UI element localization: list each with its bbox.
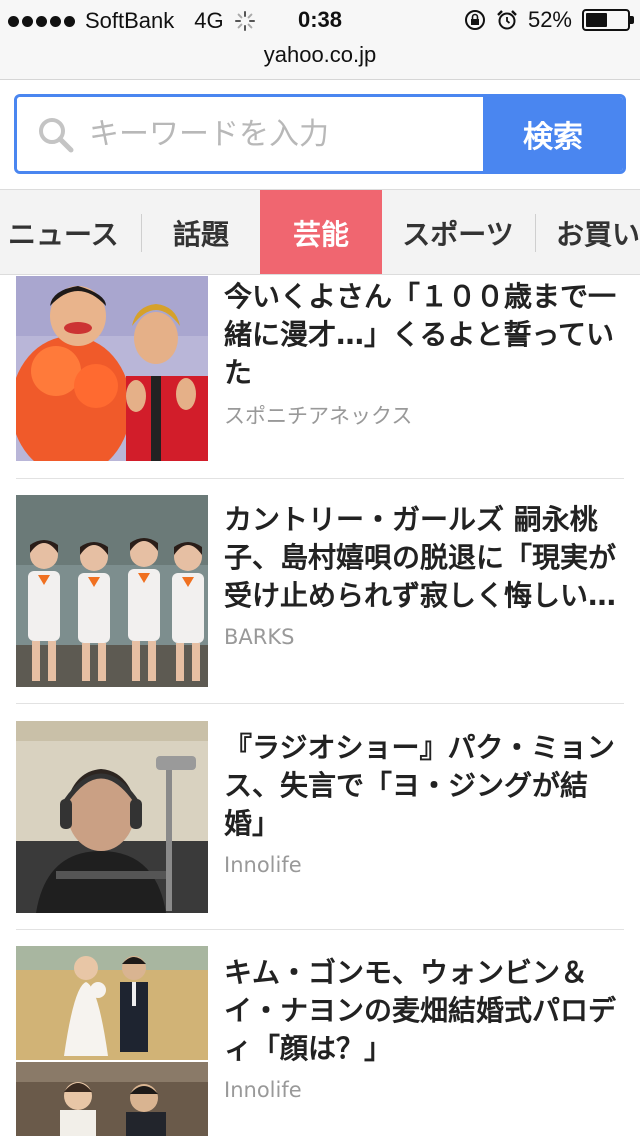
list-divider [16,929,624,930]
article-item[interactable]: 『ラジオショー』パク・ミョンス、失言で「ヨ・ジングが結婚」 Innolife [0,721,640,931]
search-icon [39,118,74,153]
article-photo-image [16,495,208,687]
article-item[interactable]: 今いくよさん「１００歳まで一緒に漫才…」くるよと誓っていた スポニチアネックス [0,276,640,480]
rotation-lock-icon [464,10,485,30]
tab-news[interactable]: ニュース [0,190,130,274]
status-right: 52% [464,7,634,33]
article-title[interactable]: キム・ゴンモ、ウォンビン＆イ・ナヨンの麦畑結婚式パロディ「顔は？」 [224,954,624,1068]
search-input-wrap[interactable] [17,97,483,171]
article-source: Innolife [224,853,302,877]
tab-topics[interactable]: 話題 [142,190,260,274]
url-text[interactable]: yahoo.co.jp [264,42,377,67]
battery-level-fill [586,13,607,27]
article-source: BARKS [224,625,295,649]
alarm-clock-icon [497,10,517,30]
status-bar: SoftBank 4G 0:38 52% [0,0,640,40]
article-title[interactable]: カントリー・ガールズ 嗣永桃子、島村嬉唄の脱退に「現実が受け止められず寂しく悔し… [224,501,624,615]
url-bar[interactable]: yahoo.co.jp [0,40,640,80]
battery-percent: 52% [527,7,572,32]
battery-icon [582,9,634,31]
list-divider [16,478,624,479]
article-source: Innolife [224,1078,302,1102]
article-photo-image [16,721,208,913]
search-button[interactable]: 検索 [483,97,623,171]
article-item[interactable]: キム・ゴンモ、ウォンビン＆イ・ナヨンの麦畑結婚式パロディ「顔は？」 Innoli… [0,946,640,1136]
tab-label: お買い [556,218,640,251]
article-thumbnail[interactable] [16,721,208,913]
tab-label: スポーツ [402,218,514,251]
article-thumbnail[interactable] [16,495,208,687]
article-thumbnail[interactable] [16,946,208,1136]
search-box: 検索 [14,94,626,174]
tab-entertainment[interactable]: 芸能 [260,190,382,274]
article-thumbnail[interactable] [16,276,208,461]
article-photo-image [16,946,208,1136]
tab-label: 芸能 [292,218,349,251]
tab-sports[interactable]: スポーツ [382,190,534,274]
list-divider [16,703,624,704]
article-title[interactable]: 今いくよさん「１００歳まで一緒に漫才…」くるよと誓っていた [224,278,624,392]
tab-label: 話題 [172,218,229,251]
category-tabs: ニュース 話題 芸能 スポーツ お買い [0,189,640,275]
article-item[interactable]: カントリー・ガールズ 嗣永桃子、島村嬉唄の脱退に「現実が受け止められず寂しく悔し… [0,495,640,705]
search-input[interactable] [89,116,449,152]
tab-shopping[interactable]: お買い [536,190,640,274]
article-photo-image [16,276,208,461]
search-area: 検索 [0,80,640,190]
tab-label: ニュース [8,218,119,251]
article-source: スポニチアネックス [224,404,413,428]
article-title[interactable]: 『ラジオショー』パク・ミョンス、失言で「ヨ・ジングが結婚」 [224,729,624,843]
